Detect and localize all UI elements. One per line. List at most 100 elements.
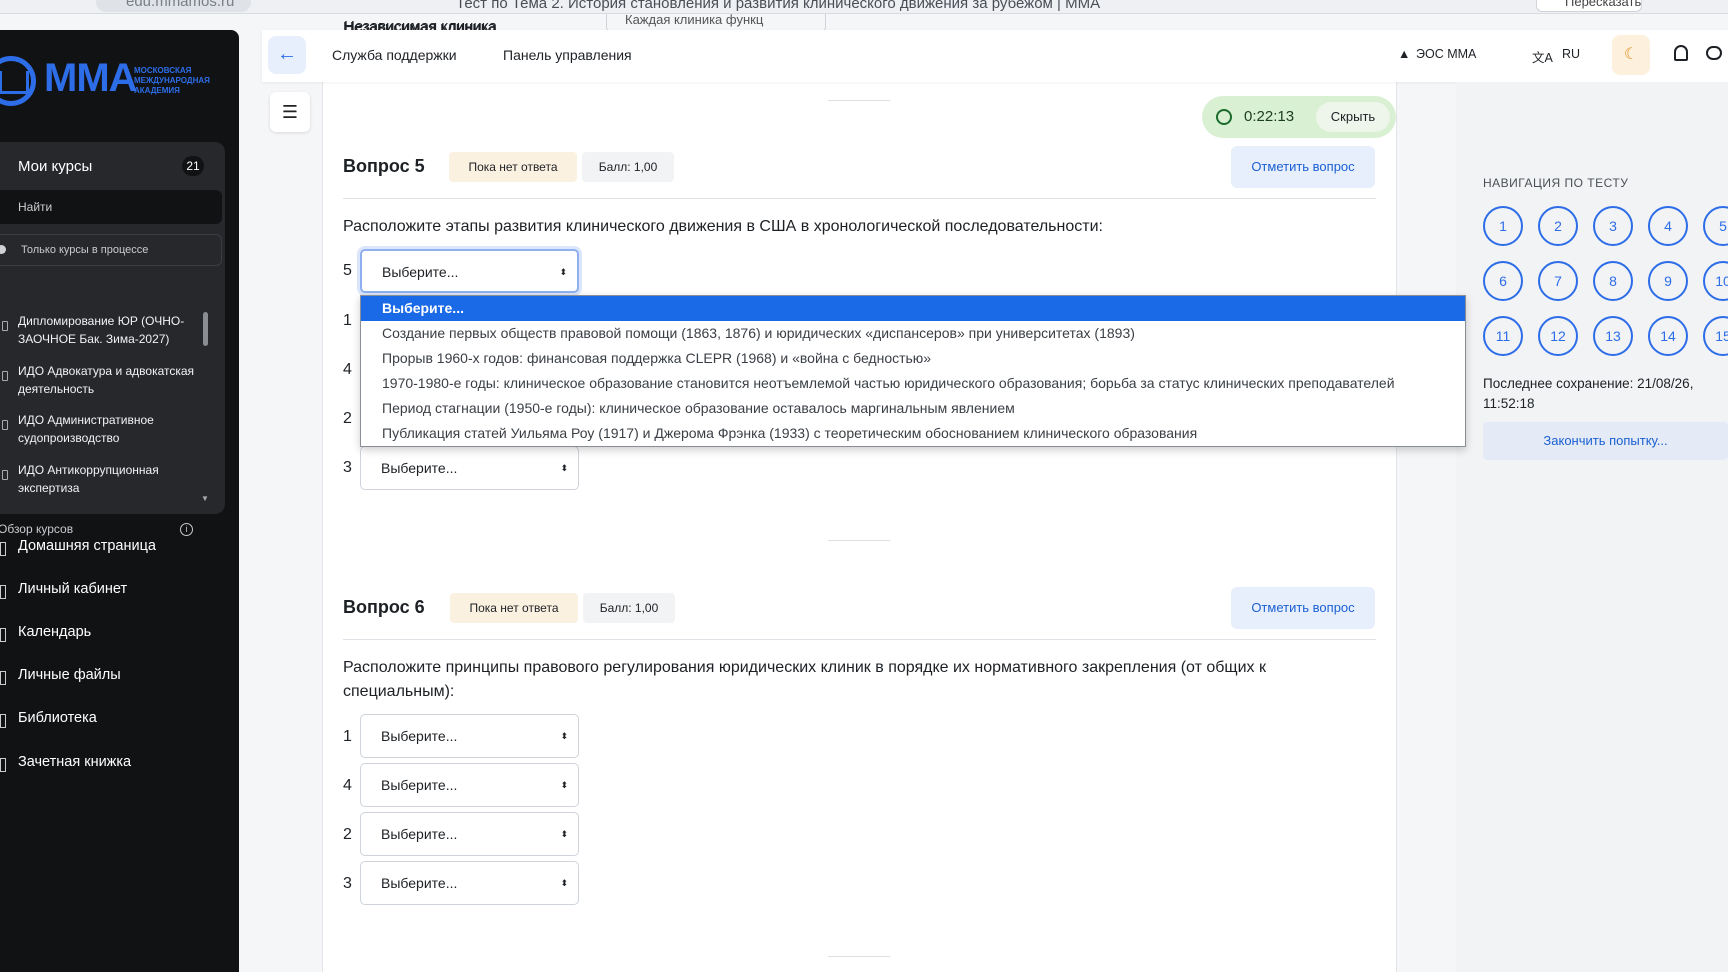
separator (828, 956, 890, 957)
quiz-nav-button[interactable]: 14 (1648, 316, 1688, 356)
course-item[interactable]: ИДО Адвокатура и адвокатская деятельност… (2, 362, 198, 398)
graduation-cap-icon: ▲ (1398, 47, 1411, 61)
eos-link[interactable]: ЭОС ММА (1416, 47, 1476, 61)
quiz-nav-button[interactable]: 7 (1538, 261, 1578, 301)
nav-private-files[interactable]: Личные файлы (0, 667, 121, 685)
course-item[interactable]: Дипломирование ЮР (ОЧНО-ЗАОЧНОЕ Бак. Зим… (2, 312, 198, 348)
question-title: Вопрос 6 (343, 597, 425, 617)
row-number: 3 (343, 875, 352, 892)
chevron-down-icon: ⬍ (560, 731, 568, 741)
left-sidebar: ММА Московская международная академия Мо… (0, 30, 239, 972)
order-select[interactable]: Выберите... ⬍ (360, 249, 579, 293)
quiz-nav-button[interactable]: 12 (1538, 316, 1578, 356)
select-option[interactable]: Прорыв 1960-х годов: финансовая поддержк… (361, 346, 1465, 371)
quiz-navigation-panel: НАВИГАЦИЯ ПО ТЕСТУ 1 2 3 4 5 6 7 8 9 10 … (1456, 82, 1728, 972)
quiz-nav-button[interactable]: 13 (1593, 316, 1633, 356)
course-item[interactable]: ИДО Антикоррупционная экспертиза (2, 461, 198, 497)
quiz-nav-button[interactable]: 10 (1703, 261, 1728, 301)
quiz-nav-heading: НАВИГАЦИЯ ПО ТЕСТУ (1483, 176, 1629, 190)
row-number: 3 (343, 459, 352, 476)
course-list-scrollbar[interactable] (203, 312, 208, 346)
moon-icon[interactable]: ☾ (1612, 35, 1650, 75)
order-select[interactable]: Выберите... ⬍ (360, 446, 579, 490)
order-select[interactable]: Выберите... ⬍ (360, 763, 579, 807)
support-link[interactable]: Служба поддержки (332, 47, 457, 63)
question-grade-badge: Балл: 1,00 (583, 593, 675, 623)
quiz-nav-button[interactable]: 15 (1703, 316, 1728, 356)
quiz-nav-button[interactable]: 1 (1483, 206, 1523, 246)
select-option[interactable]: 1970-1980-е годы: клиническое образовани… (361, 371, 1465, 396)
quiz-nav-button[interactable]: 3 (1593, 206, 1633, 246)
clock-icon (1216, 109, 1232, 125)
quiz-nav-button[interactable]: 9 (1648, 261, 1688, 301)
top-header: ← Служба поддержки Панель управления ▲ Э… (262, 30, 1728, 82)
last-saved-text: Последнее сохранение: 21/08/26, 11:52:18 (1483, 376, 1694, 411)
quiz-nav-button[interactable]: 5 (1703, 206, 1728, 246)
quiz-nav-button[interactable]: 11 (1483, 316, 1523, 356)
logo-globe-icon (0, 56, 36, 106)
bell-icon[interactable] (1674, 45, 1688, 61)
nav-profile[interactable]: Личный кабинет (0, 581, 127, 599)
flag-question-button[interactable]: Отметить вопрос (1231, 587, 1375, 629)
order-select[interactable]: Выберите... ⬍ (360, 714, 579, 758)
row-number: 2 (343, 410, 352, 427)
row-number: 4 (343, 361, 352, 378)
chevron-down-icon: ⬍ (560, 829, 568, 839)
question-text: Расположите принципы правового регулиров… (343, 659, 1266, 700)
course-search-input[interactable]: Найти (0, 190, 222, 224)
course-overview-link[interactable]: Обзор курсов (0, 522, 73, 536)
address-bar[interactable]: edu.mmamos.ru (96, 0, 251, 12)
separator (828, 540, 890, 541)
browser-toolbar: edu.mmamos.ru Тест по Тема 2. История ст… (0, 0, 1728, 14)
select-option[interactable]: Публикация статей Уильяма Роу (1917) и Д… (361, 421, 1465, 446)
timer-value: 0:22:13 (1244, 108, 1295, 125)
flag-question-button[interactable]: Отметить вопрос (1231, 146, 1375, 188)
quiz-nav-button[interactable]: 4 (1648, 206, 1688, 246)
row-number: 2 (343, 826, 352, 843)
logo-subtitle: Московская международная академия (134, 66, 210, 95)
info-icon[interactable]: i (180, 523, 193, 536)
dashboard-link[interactable]: Панель управления (503, 47, 632, 63)
translate-icon[interactable]: 文A (1532, 47, 1553, 66)
separator (343, 639, 1376, 640)
question-state-badge: Пока нет ответа (450, 593, 578, 623)
language-selector[interactable]: RU (1562, 47, 1580, 61)
nav-gradebook[interactable]: Зачетная книжка (0, 754, 131, 772)
my-courses-title[interactable]: Мои курсы (18, 158, 92, 175)
quiz-nav-button[interactable]: 2 (1538, 206, 1578, 246)
select-option[interactable]: Период стагнации (1950-е годы): клиничес… (361, 396, 1465, 421)
quiz-nav-button[interactable]: 6 (1483, 261, 1523, 301)
courses-count-badge: 21 (182, 156, 204, 176)
nav-calendar[interactable]: Календарь (0, 624, 91, 642)
chevron-down-icon: ⬍ (560, 780, 568, 790)
row-number: 1 (343, 728, 352, 745)
finish-attempt-button[interactable]: Закончить попытку... (1483, 422, 1728, 460)
row-number: 1 (343, 312, 352, 329)
row-number: 5 (343, 262, 352, 279)
hide-timer-button[interactable]: Скрыть (1316, 102, 1390, 132)
in-progress-filter-toggle[interactable]: Только курсы в процессе (0, 234, 222, 266)
select-option[interactable]: Выберите... (361, 296, 1465, 321)
nav-library[interactable]: Библиотека (0, 710, 97, 728)
extension-button[interactable]: Пересказать (1536, 0, 1642, 12)
drawer-toggle-icon[interactable]: ☰ (270, 92, 310, 132)
scroll-down-icon[interactable]: ▼ (201, 494, 209, 503)
separator (828, 100, 890, 101)
quiz-nav-button[interactable]: 8 (1593, 261, 1633, 301)
order-select[interactable]: Выберите... ⬍ (360, 812, 579, 856)
previous-question-text: Независимая клиника (343, 19, 496, 30)
course-item[interactable]: ИДО Административное судопроизводство (2, 411, 198, 447)
question-text: Расположите этапы развития клинического … (343, 218, 1103, 235)
order-select[interactable]: Выберите... ⬍ (360, 861, 579, 905)
chat-icon[interactable] (1706, 46, 1722, 60)
question-state-badge: Пока нет ответа (449, 152, 577, 182)
row-number: 4 (343, 777, 352, 794)
my-courses-panel: Мои курсы 21 Найти Только курсы в процес… (0, 142, 225, 536)
back-arrow-icon[interactable]: ← (268, 36, 306, 74)
nav-home[interactable]: Домашняя страница (0, 538, 156, 556)
select-option[interactable]: Создание первых обществ правовой помощи … (361, 321, 1465, 346)
chevron-down-icon: ⬍ (559, 267, 567, 277)
logo[interactable]: ММА (44, 56, 138, 101)
chevron-down-icon: ⬍ (560, 463, 568, 473)
chevron-down-icon: ⬍ (560, 878, 568, 888)
